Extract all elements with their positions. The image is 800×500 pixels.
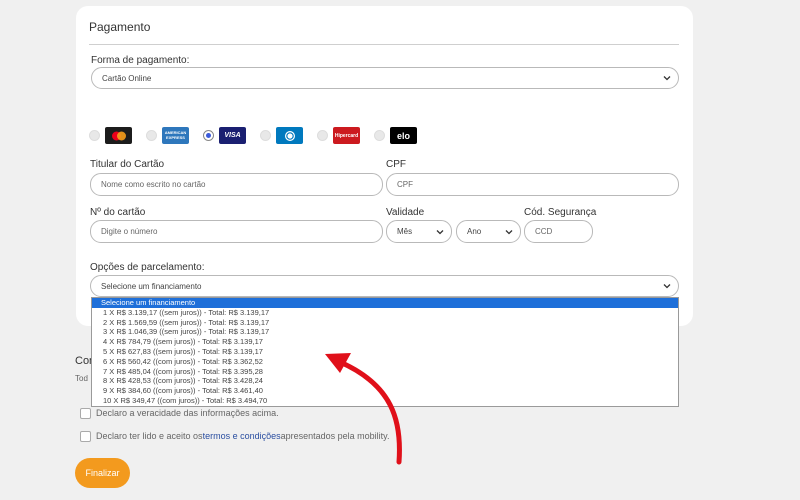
chevron-down-icon (663, 284, 671, 289)
hipercard-text: Hipercard (334, 132, 359, 139)
payment-method-select[interactable]: Cartão Online (91, 67, 679, 89)
truth-checkbox[interactable] (80, 408, 91, 419)
chevron-down-icon (663, 76, 671, 81)
chevron-down-icon (505, 229, 513, 234)
validity-label: Validade (386, 207, 425, 218)
elo-logo: elo (390, 127, 417, 144)
payment-method-value: Cartão Online (102, 73, 152, 83)
payment-card: Pagamento Forma de pagamento: Cartão Onl… (76, 6, 693, 326)
card-number-placeholder: Digite o número (101, 227, 158, 236)
installment-option[interactable]: Selecione um financiamento (92, 298, 678, 308)
security-code-label: Cód. Segurança (524, 207, 597, 218)
truth-checkbox-label: Declaro a veracidade das informações aci… (96, 408, 279, 418)
diners-logo (276, 127, 303, 144)
month-value: Mês (397, 227, 413, 236)
terms-prefix: Declaro ter lido e aceito os (96, 431, 203, 441)
radio-mastercard[interactable] (89, 130, 100, 141)
amex-text: AMERICAN EXPRESS (164, 130, 187, 140)
holder-input[interactable]: Nome como escrito no cartão (90, 173, 383, 196)
installments-label: Opções de parcelamento: (90, 262, 205, 273)
installment-option[interactable]: 6 X R$ 560,42 ((com juros)) - Total: R$ … (92, 357, 678, 367)
holder-label: Titular do Cartão (90, 159, 165, 170)
chevron-down-icon (436, 229, 444, 234)
installments-value: Selecione um financiamento (101, 281, 202, 291)
year-select[interactable]: Ano (456, 220, 521, 243)
installment-option[interactable]: 9 X R$ 384,60 ((com juros)) - Total: R$ … (92, 386, 678, 396)
section-title: Pagamento (89, 20, 151, 34)
payment-method-label: Forma de pagamento: (91, 55, 190, 66)
mastercard-icon (111, 131, 126, 140)
radio-elo[interactable] (374, 130, 385, 141)
cpf-input[interactable]: CPF (386, 173, 679, 196)
card-number-label: Nº do cartão (90, 207, 146, 218)
installment-option[interactable]: 8 X R$ 428,53 ((com juros)) - Total: R$ … (92, 376, 678, 386)
installment-option[interactable]: 7 X R$ 485,04 ((com juros)) - Total: R$ … (92, 367, 678, 377)
holder-placeholder: Nome como escrito no cartão (101, 180, 206, 189)
installment-option[interactable]: 3 X R$ 1.046,39 ((sem juros)) - Total: R… (92, 327, 678, 337)
terms-checkbox-label: Declaro ter lido e aceito ostermos e con… (96, 431, 390, 441)
security-code-placeholder: CCD (535, 227, 553, 236)
terms-suffix: apresentados pela mobility. (280, 431, 390, 441)
year-value: Ano (467, 227, 482, 236)
security-code-input[interactable]: CCD (524, 220, 593, 243)
installments-select[interactable]: Selecione um financiamento (90, 275, 679, 297)
mastercard-logo (105, 127, 132, 144)
radio-visa[interactable] (203, 130, 214, 141)
terms-checkbox[interactable] (80, 431, 91, 442)
visa-logo: VISA (219, 127, 246, 144)
visa-text: VISA (224, 132, 241, 139)
terms-link[interactable]: termos e condições (203, 431, 281, 441)
radio-amex[interactable] (146, 130, 157, 141)
installments-dropdown[interactable]: Selecione um financiamento 1 X R$ 3.139,… (91, 297, 679, 407)
section-divider (89, 44, 679, 45)
installment-option[interactable]: 4 X R$ 784,79 ((sem juros)) - Total: R$ … (92, 337, 678, 347)
elo-text: elo (396, 130, 410, 141)
installment-option[interactable]: 2 X R$ 1.569,59 ((sem juros)) - Total: R… (92, 318, 678, 328)
amex-logo: AMERICAN EXPRESS (162, 127, 189, 144)
radio-hipercard[interactable] (317, 130, 328, 141)
cpf-placeholder: CPF (397, 180, 413, 189)
hipercard-logo: Hipercard (333, 127, 360, 144)
installment-option[interactable]: 1 X R$ 3.139,17 ((sem juros)) - Total: R… (92, 308, 678, 318)
confirmation-subtext: Tod (75, 374, 88, 383)
card-number-input[interactable]: Digite o número (90, 220, 383, 243)
finalize-button[interactable]: Finalizar (75, 458, 130, 488)
radio-diners[interactable] (260, 130, 271, 141)
diners-icon (284, 130, 295, 141)
month-select[interactable]: Mês (386, 220, 452, 243)
cpf-label: CPF (386, 159, 406, 170)
installment-option[interactable]: 5 X R$ 627,83 ((sem juros)) - Total: R$ … (92, 347, 678, 357)
installment-option[interactable]: 10 X R$ 349,47 ((com juros)) - Total: R$… (92, 396, 678, 406)
